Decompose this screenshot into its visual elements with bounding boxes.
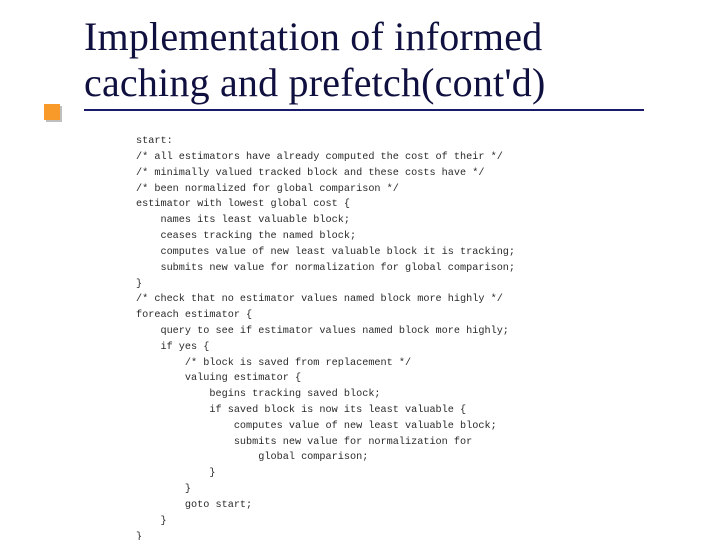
title-line-2: caching and prefetch(cont'd)	[84, 60, 644, 110]
bullet-accent-icon	[44, 104, 60, 120]
slide-title: Implementation of informed caching and p…	[84, 14, 644, 111]
code-block: start: /* all estimators have already co…	[136, 134, 676, 540]
title-line-1: Implementation of informed	[84, 14, 542, 59]
slide: Implementation of informed caching and p…	[0, 0, 720, 540]
